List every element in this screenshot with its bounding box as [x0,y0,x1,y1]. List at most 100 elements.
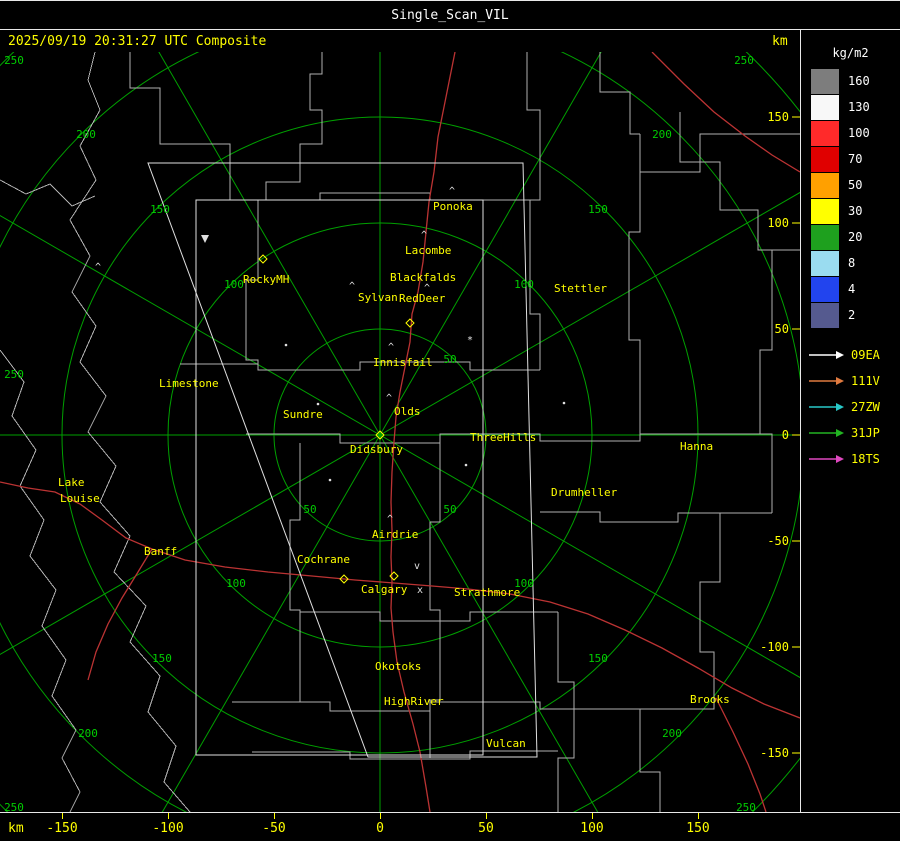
scale-entry: 50 [801,172,900,198]
bottom-axis-label: 100 [580,821,604,836]
right-axis-label: -50 [767,534,789,548]
header-row: 2025/09/19 20:31:27 UTC Composite km [0,30,900,52]
city-label: Cochrane [297,553,350,566]
right-axis-label: -150 [760,746,789,760]
bottom-axis-tick [62,813,63,819]
range-label: 100 [226,577,246,590]
boundary-line [0,349,81,812]
city-label: Lake [58,476,85,489]
color-scale-list: 160 130 100 70 50 30 20 8 4 2 [801,68,900,328]
caret-marker-icon: ^ [388,342,394,353]
city-label: Didsbury [350,443,403,456]
v-marker-icon: v [414,561,420,572]
town-dot-icon [328,478,332,482]
city-label: Lacombe [405,244,451,257]
bottom-axis-label: 150 [686,821,710,836]
right-axis-unit: km [772,34,788,49]
bottom-axis-label: -100 [152,821,184,836]
asterisk-marker-icon: * [467,335,473,346]
city-label: Sundre [283,408,323,421]
scale-entry: 70 [801,146,900,172]
boundary-line [429,443,441,758]
boundary-line [69,52,191,812]
range-label: 250 [4,801,24,812]
range-label: 200 [652,128,672,141]
city-label: Limestone [159,377,219,390]
radar-site-diamond-icon [405,318,415,328]
scale-entry: 8 [801,250,900,276]
scale-entry: 100 [801,120,900,146]
scale-entry: 30 [801,198,900,224]
radar-map-canvas[interactable]: 250 200 150 100 250 200 150 100 50 50 100 150 200 250… [0,52,800,812]
scale-color-swatch [811,94,839,120]
window-title: Single_Scan_VIL [391,7,509,23]
bottom-axis-tick [592,813,593,819]
city-label: Ponoka [433,200,473,213]
scale-units-label: kg/m2 [832,46,869,60]
radar-site-id: 09EA [851,348,880,362]
boundary-line [180,361,540,371]
caret-marker-icon: ^ [95,262,101,273]
range-label: 100 [224,278,244,291]
scale-color-swatch [811,172,839,198]
radar-site-legend-entry: 18TS [801,446,900,472]
range-label: 100 [514,278,534,291]
town-dot-icon [562,401,566,405]
scale-color-swatch [811,146,839,172]
range-label: 200 [78,727,98,740]
range-label: 150 [150,203,170,216]
bottom-axis-label: 0 [376,821,384,836]
range-label: 200 [662,727,682,740]
radar-site-id: 111V [851,374,880,388]
scale-entry: 160 [801,68,900,94]
caret-marker-icon: ^ [449,186,455,197]
city-label: Hanna [680,440,713,453]
right-axis-label: 100 [767,216,789,230]
caret-marker-icon: ^ [386,393,392,404]
bottom-axis-unit: km [8,821,24,836]
radar-site-legend-entry: 111V [801,368,900,394]
highway-line [715,697,767,812]
radar-site-id: 31JP [851,426,880,440]
bottom-axis-tick [168,813,169,819]
radar-app-window: Single_Scan_VIL 2025/09/19 20:31:27 UTC … [0,0,900,841]
scale-entry: 4 [801,276,900,302]
scale-color-swatch [811,120,839,146]
scale-entry: 130 [801,94,900,120]
city-label: Sylvan [358,291,398,304]
highway-line [0,481,800,719]
city-label: Vulcan [486,737,526,750]
town-dot-icon [464,463,468,467]
right-axis-label: -100 [760,640,789,654]
range-label: 250 [734,54,754,67]
scale-value: 8 [848,256,856,270]
city-label: Airdrie [372,528,418,541]
bottom-axis-label: -50 [262,821,286,836]
map-markers: ^^^^^^^^*xv [95,186,566,596]
boundary-line [300,611,558,622]
city-label: ThreeHills [470,431,536,444]
scan-timestamp: 2025/09/19 20:31:27 UTC Composite [8,34,267,49]
city-label: Innisfail [373,356,433,369]
right-axis-label: 0 [782,428,789,442]
scale-color-swatch [811,198,839,224]
city-label: Louise [60,492,100,505]
caret-marker-icon: ^ [421,230,427,241]
boundary-line [129,52,231,200]
city-label: Strathmore [454,586,520,599]
scale-value: 4 [848,282,856,296]
range-label: 250 [736,801,756,812]
scale-value: 70 [848,152,863,166]
radar-site-id: 18TS [851,452,880,466]
city-label: Drumheller [551,486,618,499]
bottom-axis-label: -150 [46,821,78,836]
radar-site-legend: 09EA 111V 27ZW 31JP 18TS [801,342,900,472]
city-label: Olds [394,405,421,418]
radar-map[interactable]: 250 200 150 100 250 200 150 100 50 50 100 150 200 250… [0,52,800,812]
radar-site-legend-entry: 09EA [801,342,900,368]
window-title-bar: Single_Scan_VIL [0,0,900,30]
right-axis-label: 150 [767,110,789,124]
scale-value: 2 [848,308,856,322]
boundary-line [526,52,541,370]
boundary-line [557,612,575,812]
